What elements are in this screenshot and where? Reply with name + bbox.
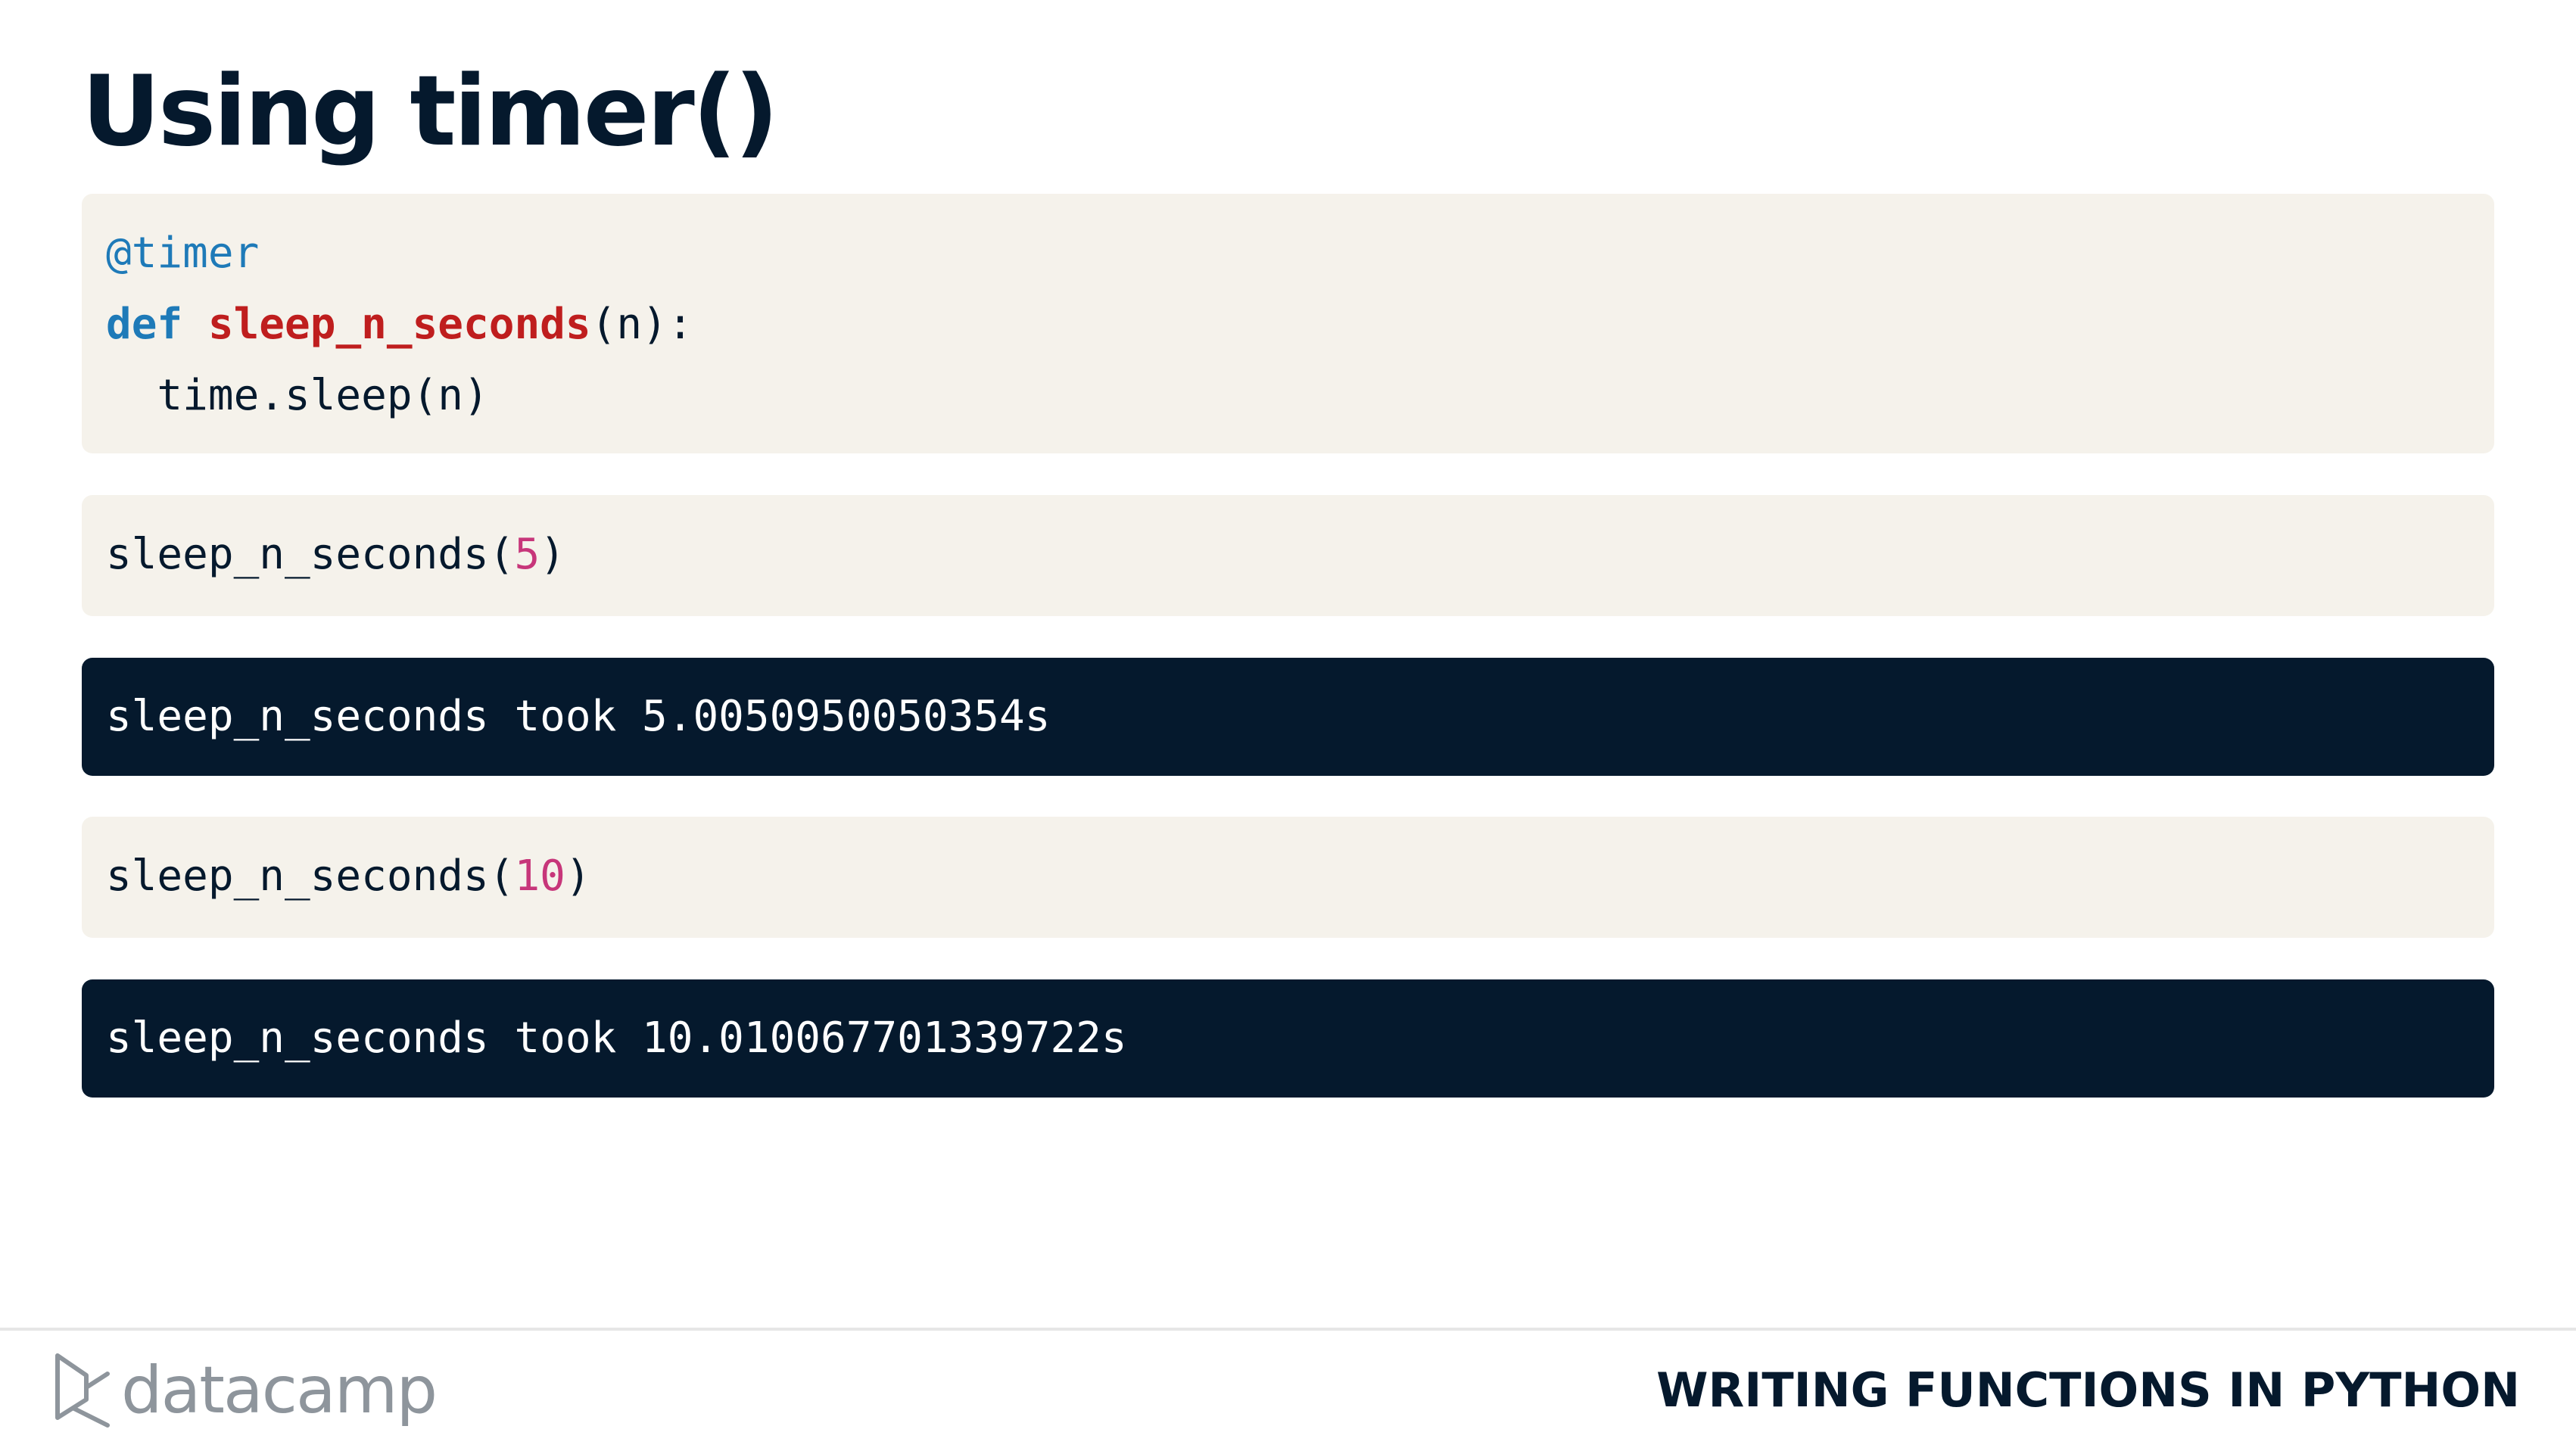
slide-title: Using timer() <box>82 55 779 168</box>
datacamp-logo-icon <box>55 1353 110 1428</box>
code-token-funcname: sleep_n_seconds <box>207 300 591 349</box>
code-token-plain: sleep_n_seconds( <box>106 852 515 901</box>
code-token-keyword: def <box>106 300 183 349</box>
footer-divider <box>0 1328 2576 1331</box>
code-token-plain: time.sleep(n) <box>106 371 489 420</box>
code-token-plain: ) <box>565 852 591 901</box>
code-block-call-10: sleep_n_seconds(10) <box>82 817 2494 938</box>
code-token-plain: ) <box>540 530 565 579</box>
code-token-number: 10 <box>514 852 565 901</box>
code-token-plain: sleep_n_seconds( <box>106 530 515 579</box>
code-line: def sleep_n_seconds(n): <box>106 289 693 360</box>
code-block-definition: @timer def sleep_n_seconds(n): time.sleep… <box>82 194 2494 453</box>
output-line: sleep_n_seconds took 5.0050950050354s <box>106 681 1050 752</box>
output-line: sleep_n_seconds took 10.010067701339722s <box>106 1003 1127 1074</box>
code-token-output: sleep_n_seconds took 5.0050950050354s <box>106 692 1051 741</box>
code-token-decorator: @timer <box>106 229 260 278</box>
code-line: sleep_n_seconds(5) <box>106 519 565 590</box>
code-line: sleep_n_seconds(10) <box>106 841 591 912</box>
code-line: time.sleep(n) <box>106 360 489 431</box>
course-title: WRITING FUNCTIONS IN PYTHON <box>1656 1362 2520 1418</box>
code-token-number: 5 <box>514 530 540 579</box>
output-block-call-10: sleep_n_seconds took 10.010067701339722s <box>82 979 2494 1098</box>
datacamp-logo: datacamp <box>53 1349 438 1432</box>
output-block-call-5: sleep_n_seconds took 5.0050950050354s <box>82 658 2494 776</box>
code-token-plain: (n): <box>590 300 693 349</box>
code-token-output: sleep_n_seconds took 10.010067701339722s <box>106 1014 1127 1063</box>
code-block-call-5: sleep_n_seconds(5) <box>82 495 2494 616</box>
logo-text: datacamp <box>121 1353 438 1428</box>
code-line: @timer <box>106 218 259 289</box>
